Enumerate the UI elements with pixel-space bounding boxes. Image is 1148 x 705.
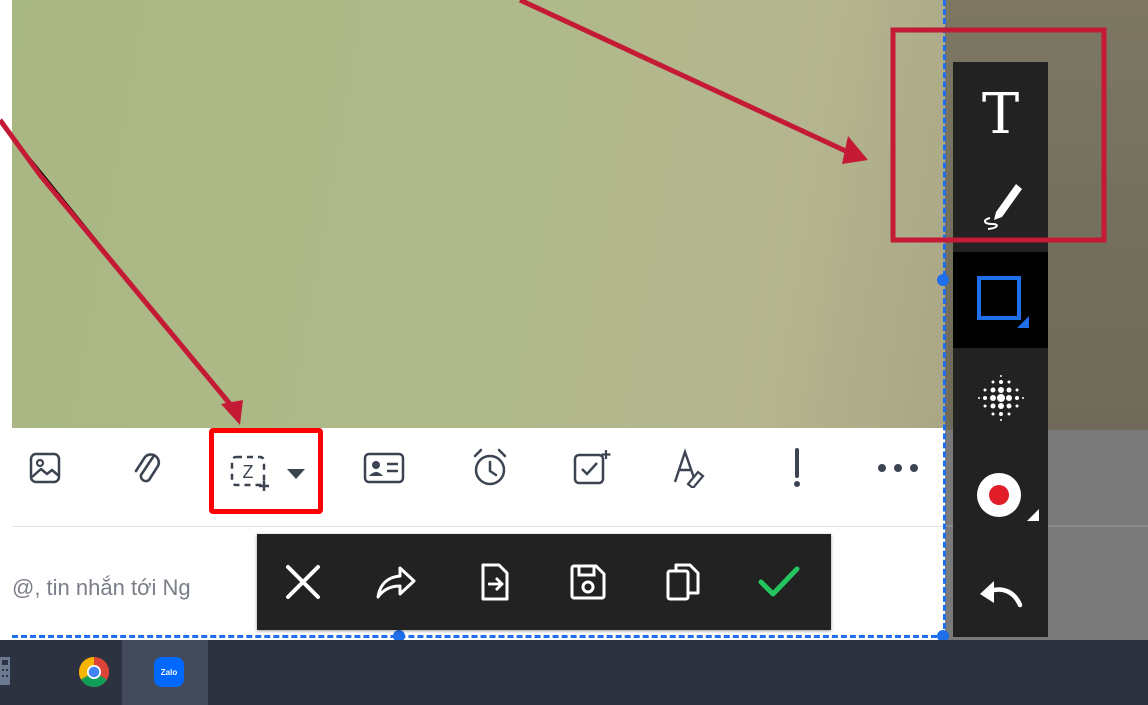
text-tool-glyph: T [981,81,1020,147]
text-format-icon[interactable] [668,448,712,488]
contact-card-icon[interactable] [359,448,409,488]
blur-tool-icon[interactable] [953,358,1048,438]
capture-glyph: Z [243,462,254,482]
rectangle-tool-icon[interactable] [953,252,1048,348]
copy-icon[interactable] [657,556,709,608]
confirm-check-icon[interactable] [753,556,805,608]
capture-action-bar [257,534,831,630]
zalo-taskbar-button[interactable]: Zalo [122,640,208,705]
pen-tool-icon[interactable] [953,162,1048,242]
capture-tools-panel: T [953,62,1048,637]
chat-background-photo [12,0,945,428]
selection-border-right [943,0,946,638]
selection-border-bottom [12,635,946,638]
calculator-icon[interactable] [0,655,12,687]
chat-input-toolbar: Z [12,428,945,527]
task-checkbox-icon[interactable] [567,448,617,488]
alarm-clock-icon[interactable] [465,448,515,488]
close-icon[interactable] [277,556,329,608]
more-dots-icon[interactable] [874,448,922,488]
compose-placeholder: @, tin nhắn tới Ng [12,575,191,600]
zalo-icon-label: Zalo [160,667,178,677]
undo-icon[interactable] [953,557,1048,627]
share-forward-icon[interactable] [369,556,421,608]
send-to-chat-icon[interactable] [469,556,521,608]
screenshot-capture-icon: Z [228,451,272,495]
left-window-edge [0,0,12,640]
record-dot-icon[interactable] [953,447,1048,543]
important-exclamation-icon[interactable] [782,448,812,488]
dropdown-caret-icon[interactable] [286,467,306,485]
screenshot-button[interactable]: Z [209,428,323,514]
image-icon[interactable] [24,448,66,488]
text-tool-icon[interactable]: T [953,77,1048,152]
selection-handle-right[interactable] [937,274,949,286]
save-disk-icon[interactable] [562,556,614,608]
paperclip-icon[interactable] [125,448,169,488]
taskbar: Zalo [0,640,1148,705]
zalo-icon: Zalo [154,657,184,687]
chrome-icon[interactable] [78,656,110,688]
